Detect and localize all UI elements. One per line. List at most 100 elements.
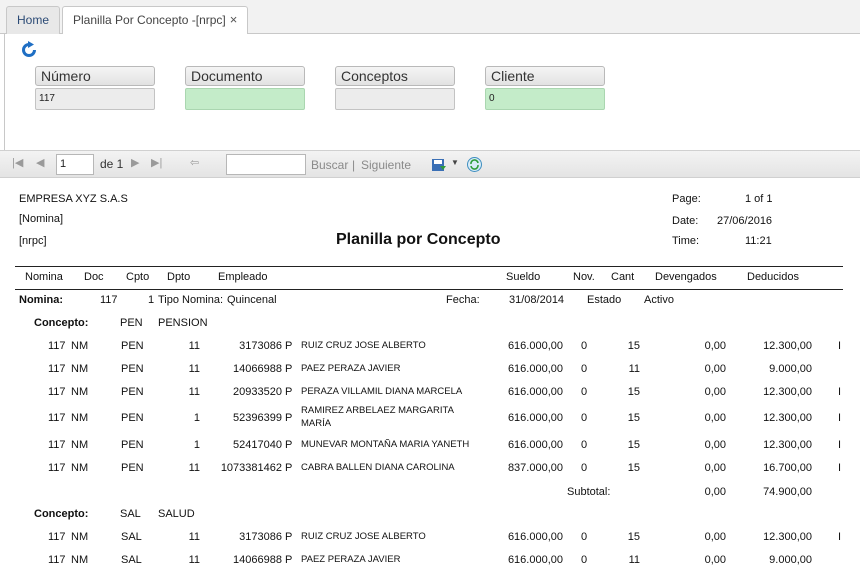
subtotal-label: Subtotal: bbox=[567, 486, 611, 498]
cell-devengados: 0,00 bbox=[704, 554, 726, 566]
first-page-icon[interactable]: |◀ bbox=[12, 156, 23, 169]
numero-input[interactable]: 117 bbox=[35, 88, 155, 110]
cell-deducidos: 9.000,00 bbox=[769, 554, 812, 566]
cell-sueldo: 616.000,00 bbox=[507, 554, 563, 566]
page-number-input[interactable]: 1 bbox=[56, 154, 94, 175]
cell-doc: NM bbox=[71, 462, 89, 474]
find-input[interactable] bbox=[226, 154, 306, 175]
page-label: Page: bbox=[672, 193, 701, 205]
cell-tipo: P bbox=[285, 386, 293, 398]
column-header: Cant bbox=[611, 271, 635, 283]
column-header: Cpto bbox=[126, 271, 150, 283]
cell-id: 14066988 bbox=[233, 363, 282, 375]
cell-tipo: P bbox=[285, 439, 293, 451]
cell-cant: 11 bbox=[628, 363, 640, 375]
cell-tipo: P bbox=[285, 531, 293, 543]
refresh-icon[interactable] bbox=[20, 41, 38, 59]
find-next-link[interactable]: Siguiente bbox=[361, 158, 411, 172]
cell-dpto: 11 bbox=[188, 340, 200, 352]
tab-bar: Home Planilla Por Concepto -[nrpc] × bbox=[0, 0, 860, 35]
back-icon[interactable]: ⇦ bbox=[190, 156, 199, 169]
estado-label: Estado bbox=[587, 294, 622, 306]
cell-cant: 15 bbox=[627, 386, 640, 398]
cell-empleado: PAEZ PERAZA JAVIER bbox=[301, 554, 401, 565]
column-header: Empleado bbox=[218, 271, 268, 283]
cell-extra: I bbox=[838, 439, 842, 451]
cell-nomina: 117 bbox=[48, 554, 66, 566]
cell-cpto: PEN bbox=[121, 386, 144, 398]
find-link[interactable]: Buscar bbox=[311, 158, 348, 172]
cell-nomina: 117 bbox=[48, 363, 66, 375]
cell-cpto: PEN bbox=[121, 363, 144, 375]
cell-nov: 0 bbox=[581, 439, 588, 451]
cell-deducidos: 12.300,00 bbox=[763, 531, 812, 543]
company-name: EMPRESA XYZ S.A.S bbox=[19, 193, 128, 205]
cell-dpto: 1 bbox=[193, 412, 200, 424]
tipo-nomina-value: Quincenal bbox=[227, 294, 277, 306]
cell-cant: 15 bbox=[627, 340, 640, 352]
tipo-nomina-label: Tipo Nomina: bbox=[158, 294, 224, 306]
column-header: Nomina bbox=[25, 271, 63, 283]
column-header: Deducidos bbox=[747, 271, 799, 283]
cell-id: 14066988 bbox=[233, 554, 282, 566]
cell-tipo: P bbox=[285, 462, 293, 474]
refresh-report-icon[interactable] bbox=[466, 156, 483, 173]
column-header: Devengados bbox=[655, 271, 717, 283]
tab-home[interactable]: Home bbox=[6, 6, 61, 34]
report-toolbar: |◀ ◀ 1 de 1 ▶ ▶| ⇦ Buscar | Siguiente ▼ bbox=[0, 150, 860, 178]
find-separator: | bbox=[352, 158, 356, 172]
header-bottom-rule bbox=[15, 289, 843, 290]
cell-sueldo: 616.000,00 bbox=[507, 386, 563, 398]
cell-dpto: 11 bbox=[188, 462, 200, 474]
cell-cpto: PEN bbox=[121, 412, 144, 424]
conceptos-input[interactable] bbox=[335, 88, 455, 110]
cell-nov: 0 bbox=[581, 462, 588, 474]
cliente-input[interactable]: 0 bbox=[485, 88, 605, 110]
cell-id: 3173086 bbox=[239, 340, 282, 352]
last-page-icon[interactable]: ▶| bbox=[151, 156, 162, 169]
concepto-label: Concepto: bbox=[34, 508, 89, 520]
numero-label: Número bbox=[35, 66, 155, 86]
cell-deducidos: 12.300,00 bbox=[763, 340, 812, 352]
documento-input[interactable] bbox=[185, 88, 305, 110]
export-dropdown-icon[interactable]: ▼ bbox=[451, 158, 459, 167]
cell-deducidos: 12.300,00 bbox=[763, 439, 812, 451]
cell-cpto: SAL bbox=[121, 531, 142, 543]
column-header: Doc bbox=[84, 271, 104, 283]
tab-planilla-por-concepto[interactable]: Planilla Por Concepto -[nrpc] × bbox=[62, 6, 249, 35]
cell-doc: NM bbox=[71, 340, 89, 352]
cell-devengados: 0,00 bbox=[704, 363, 726, 375]
cell-nov: 0 bbox=[581, 531, 588, 543]
date-value: 27/06/2016 bbox=[717, 215, 773, 227]
cell-tipo: P bbox=[285, 363, 293, 375]
report-title: Planilla por Concepto bbox=[336, 231, 501, 248]
cell-devengados: 0,00 bbox=[704, 531, 726, 543]
previous-page-icon[interactable]: ◀ bbox=[36, 156, 44, 169]
cell-dpto: 11 bbox=[188, 554, 200, 566]
cell-doc: NM bbox=[71, 439, 89, 451]
cell-doc: NM bbox=[71, 554, 89, 566]
cell-cant: 15 bbox=[627, 531, 640, 543]
cell-nomina: 117 bbox=[48, 439, 66, 451]
cell-extra: I bbox=[838, 531, 842, 543]
cliente-label: Cliente bbox=[485, 66, 605, 86]
documento-label: Documento bbox=[185, 66, 305, 86]
fecha-value: 31/08/2014 bbox=[509, 294, 565, 306]
cliente-field: Cliente 0 bbox=[485, 66, 605, 110]
cell-devengados: 0,00 bbox=[704, 340, 726, 352]
concepto-code: SAL bbox=[120, 508, 141, 520]
cell-tipo: P bbox=[285, 554, 293, 566]
cell-nov: 0 bbox=[581, 363, 588, 375]
cell-nomina: 117 bbox=[48, 462, 66, 474]
cell-cant: 15 bbox=[627, 412, 640, 424]
close-icon[interactable]: × bbox=[230, 12, 238, 27]
cell-extra: I bbox=[838, 412, 842, 424]
cell-extra: I bbox=[838, 462, 842, 474]
cell-empleado: MUNEVAR MONTAÑA MARIA YANETH bbox=[301, 439, 470, 450]
cell-id: 3173086 bbox=[239, 531, 282, 543]
cell-empleado: CABRA BALLEN DIANA CAROLINA bbox=[301, 462, 455, 473]
cell-empleado: RUIZ CRUZ JOSE ALBERTO bbox=[301, 531, 426, 542]
report-body: EMPRESA XYZ S.A.S [Nomina] [nrpc] Planil… bbox=[0, 178, 860, 567]
next-page-icon[interactable]: ▶ bbox=[131, 156, 139, 169]
export-icon[interactable] bbox=[431, 157, 447, 173]
